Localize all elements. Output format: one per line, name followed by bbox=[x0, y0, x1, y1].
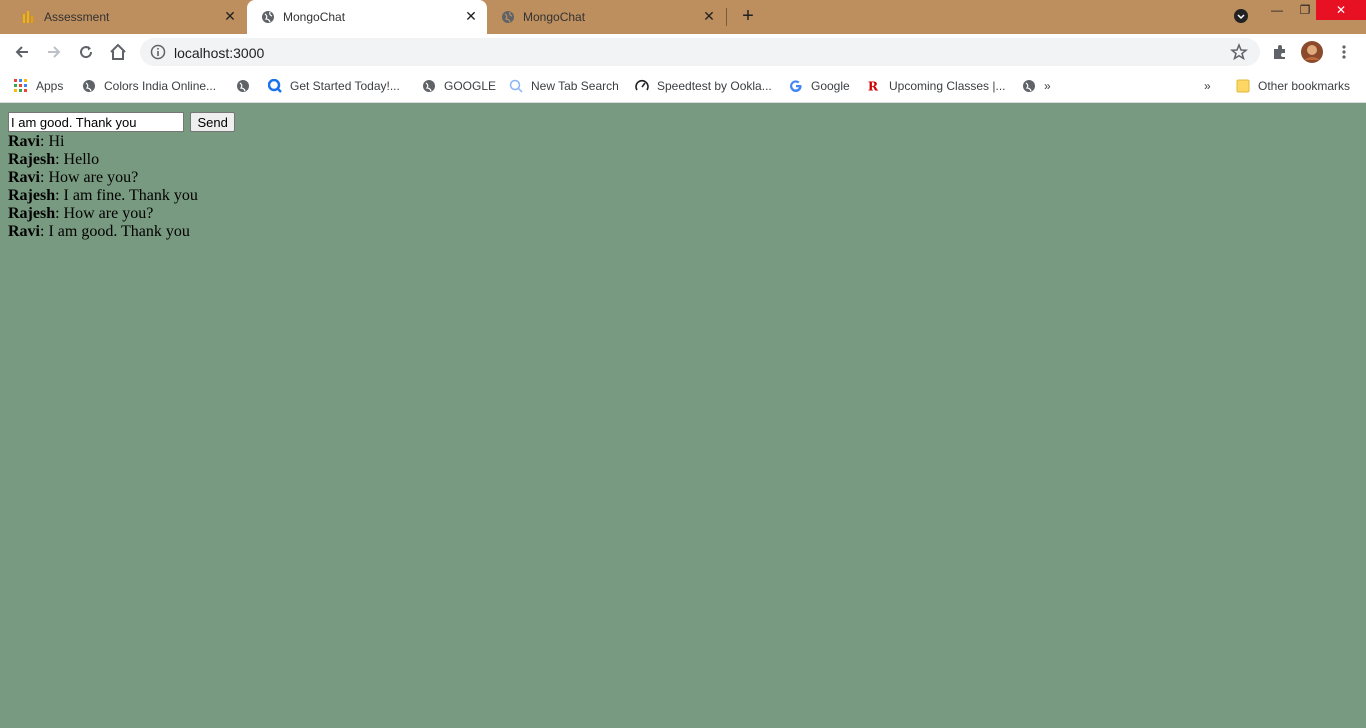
tab-assessment[interactable]: Assessment ✕ bbox=[8, 0, 246, 34]
puzzle-piece-icon bbox=[1274, 45, 1285, 59]
google-g-icon bbox=[789, 79, 803, 93]
message-sender: Ravi bbox=[8, 223, 40, 240]
message-sender: Rajesh bbox=[8, 205, 56, 222]
minimize-button[interactable]: — bbox=[1266, 0, 1288, 20]
bookmark-new-tab-search[interactable]: New Tab Search bbox=[509, 76, 619, 96]
home-icon bbox=[110, 43, 126, 60]
tab-title: MongoChat bbox=[523, 10, 586, 24]
bookmark-label: Colors India Online... bbox=[104, 79, 217, 93]
url-text: localhost:3000 bbox=[174, 45, 265, 61]
tab-mongochat-active[interactable]: MongoChat ✕ bbox=[247, 0, 487, 34]
chat-message: Rajesh: I am fine. Thank you bbox=[8, 187, 235, 205]
chat-message: Ravi: I am good. Thank you bbox=[8, 223, 235, 241]
bookmark-speedtest[interactable]: Speedtest by Ookla... bbox=[635, 76, 772, 96]
forward-arrow-icon bbox=[48, 46, 61, 58]
globe-icon bbox=[82, 79, 96, 93]
back-button[interactable] bbox=[12, 42, 32, 62]
bookmark-google[interactable]: Google bbox=[789, 76, 850, 96]
globe-icon bbox=[261, 10, 275, 24]
chat-message: Ravi: How are you? bbox=[8, 169, 235, 187]
close-tab-icon[interactable]: ✕ bbox=[463, 8, 479, 24]
message-sender: Ravi bbox=[8, 133, 40, 150]
reload-icon bbox=[80, 46, 93, 59]
bookmark-label: Speedtest by Ookla... bbox=[657, 79, 772, 93]
bookmark-label: Upcoming Classes |... bbox=[889, 79, 1006, 93]
bookmark-apps[interactable]: Apps bbox=[14, 76, 63, 96]
globe-icon bbox=[1022, 79, 1036, 93]
bookmark-label: Get Started Today!... bbox=[290, 79, 400, 93]
message-text: : How are you? bbox=[55, 205, 154, 222]
chat-message: Ravi: Hi bbox=[8, 133, 235, 151]
message-sender: Rajesh bbox=[8, 151, 56, 168]
chevron-down-icon bbox=[1234, 9, 1248, 23]
browser-titlebar: Assessment ✕ MongoChat ✕ MongoChat ✕ + —… bbox=[0, 0, 1366, 34]
bookmark-label: New Tab Search bbox=[531, 79, 619, 93]
reload-button[interactable] bbox=[76, 42, 96, 62]
globe-icon bbox=[501, 10, 515, 24]
new-tab-button[interactable]: + bbox=[738, 6, 758, 26]
three-dots-menu-icon bbox=[1342, 45, 1346, 59]
close-window-button[interactable]: ✕ bbox=[1316, 0, 1366, 20]
bookmark-get-started[interactable]: Get Started Today!... bbox=[268, 76, 400, 96]
chat-message: Rajesh: How are you? bbox=[8, 205, 235, 223]
extensions-button[interactable] bbox=[1270, 42, 1290, 62]
bookmark-more-folder[interactable]: » bbox=[1022, 76, 1051, 96]
svg-text:R: R bbox=[868, 78, 879, 93]
close-tab-icon[interactable]: ✕ bbox=[701, 8, 717, 24]
chat-form: Send bbox=[8, 112, 235, 132]
bookmarks-overflow-button[interactable]: » bbox=[1204, 76, 1211, 96]
message-text: : Hello bbox=[55, 151, 100, 168]
search-icon bbox=[509, 79, 523, 93]
globe-icon bbox=[422, 79, 436, 93]
tab-title: Assessment bbox=[44, 10, 110, 24]
restore-button[interactable]: ❐ bbox=[1294, 0, 1316, 20]
tab-title: MongoChat bbox=[283, 10, 346, 24]
back-arrow-icon bbox=[15, 46, 28, 58]
message-text: : Hi bbox=[40, 133, 65, 150]
overflow-chevron-label: » bbox=[1204, 79, 1211, 93]
bookmarks-bar: Apps Colors India Online... Get Started … bbox=[0, 70, 1366, 103]
chat-app: Send Ravi: Hi Rajesh: Hello Ravi: How ar… bbox=[8, 112, 235, 241]
bookmark-label: GOOGLE bbox=[444, 79, 497, 93]
address-bar[interactable]: localhost:3000 bbox=[140, 38, 1260, 66]
bookmark-colors-india[interactable]: Colors India Online... bbox=[82, 76, 216, 96]
profile-avatar[interactable] bbox=[1300, 40, 1324, 64]
bookmark-label: Google bbox=[811, 79, 850, 93]
message-list: Ravi: Hi Rajesh: Hello Ravi: How are you… bbox=[8, 133, 235, 241]
menu-button[interactable] bbox=[1334, 42, 1354, 62]
message-sender: Ravi bbox=[8, 169, 40, 186]
folder-icon bbox=[1236, 79, 1250, 93]
avatar-icon bbox=[1301, 41, 1323, 63]
bookmark-label: » bbox=[1044, 79, 1051, 93]
message-text: : How are you? bbox=[40, 169, 139, 186]
home-button[interactable] bbox=[108, 42, 128, 62]
bookmark-globe[interactable] bbox=[236, 76, 258, 96]
message-input[interactable] bbox=[8, 112, 184, 132]
bookmark-star-icon[interactable] bbox=[1230, 42, 1248, 61]
chat-message: Rajesh: Hello bbox=[8, 151, 235, 169]
site-info-icon[interactable] bbox=[150, 44, 166, 60]
browser-toolbar: localhost:3000 bbox=[0, 34, 1366, 70]
bookmark-label: Apps bbox=[36, 79, 64, 93]
send-button[interactable]: Send bbox=[190, 112, 235, 132]
tab-separator bbox=[726, 8, 727, 26]
tab-mongochat[interactable]: MongoChat ✕ bbox=[487, 0, 725, 34]
bookmark-google-upper[interactable]: GOOGLE bbox=[422, 76, 496, 96]
forward-button[interactable] bbox=[44, 42, 64, 62]
close-tab-icon[interactable]: ✕ bbox=[222, 8, 238, 24]
globe-icon bbox=[236, 79, 250, 93]
message-text: : I am good. Thank you bbox=[40, 223, 190, 240]
tab-search-button[interactable] bbox=[1232, 8, 1250, 28]
speedometer-icon bbox=[635, 79, 649, 93]
message-sender: Rajesh bbox=[8, 187, 56, 204]
assessment-favicon-icon bbox=[22, 10, 36, 24]
message-text: : I am fine. Thank you bbox=[55, 187, 198, 204]
search-q-icon bbox=[268, 79, 282, 93]
bookmark-upcoming-classes[interactable]: R Upcoming Classes |... bbox=[867, 76, 1006, 96]
apps-grid-icon bbox=[14, 79, 28, 93]
other-bookmarks[interactable]: Other bookmarks bbox=[1236, 76, 1350, 96]
r-logo-icon: R bbox=[867, 78, 881, 93]
bookmark-label: Other bookmarks bbox=[1258, 79, 1351, 93]
